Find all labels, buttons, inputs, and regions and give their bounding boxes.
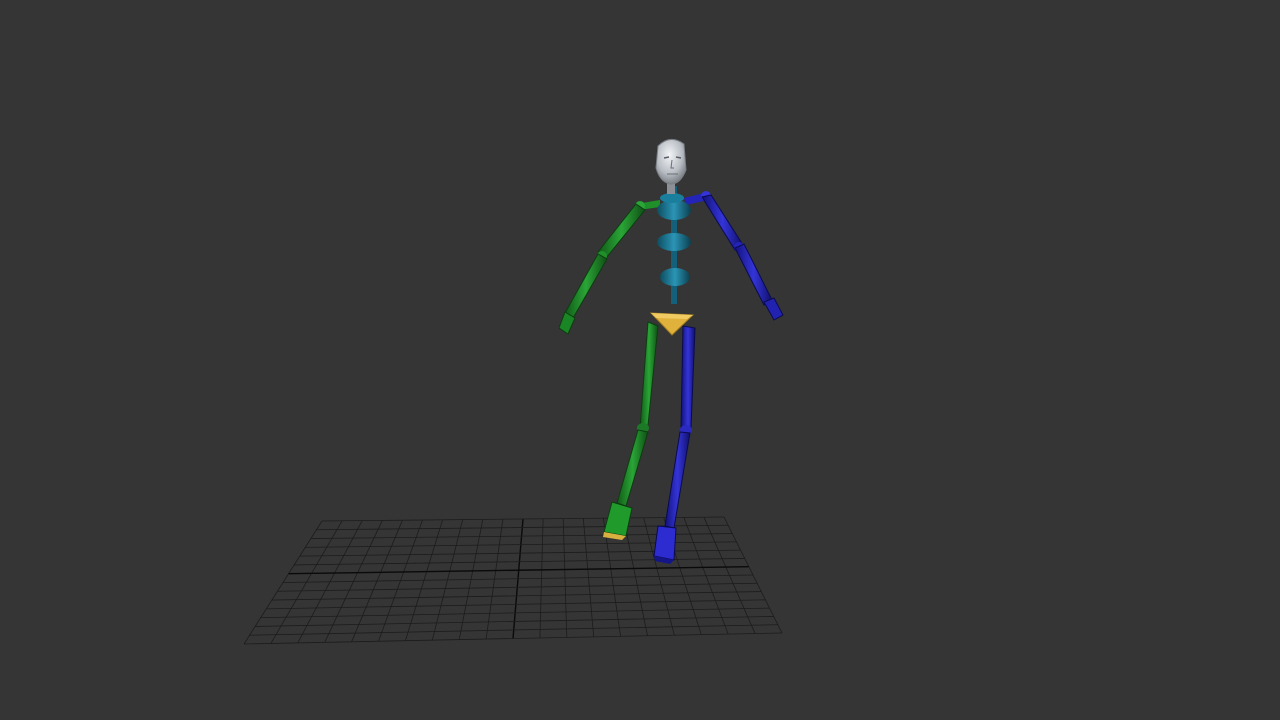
head-mesh[interactable] (655, 139, 687, 185)
neck-base (660, 193, 684, 203)
spine-segment-lower[interactable] (660, 268, 690, 286)
right-foot[interactable] (653, 525, 677, 561)
right-hand[interactable] (763, 297, 784, 321)
viewport-canvas (243, 139, 784, 645)
spine[interactable] (657, 186, 691, 304)
right-forearm[interactable] (734, 243, 773, 306)
left-leg[interactable] (603, 321, 659, 540)
right-eye (675, 156, 682, 159)
right-thigh[interactable] (680, 325, 696, 429)
spine-segment-middle[interactable] (657, 233, 691, 251)
left-upper-arm[interactable] (597, 203, 646, 259)
right-upper-arm[interactable] (701, 194, 744, 251)
left-eye (663, 156, 670, 159)
head[interactable] (655, 139, 687, 185)
spine-segment-upper[interactable] (657, 200, 691, 220)
left-foot[interactable] (603, 501, 633, 537)
left-shin[interactable] (616, 429, 649, 507)
biped-skeleton[interactable] (558, 139, 784, 564)
ground-grid (243, 516, 783, 645)
right-shin[interactable] (664, 431, 691, 529)
right-leg[interactable] (653, 325, 696, 564)
left-arm[interactable] (558, 200, 660, 335)
left-forearm[interactable] (564, 253, 608, 319)
right-arm[interactable] (684, 191, 784, 321)
3d-viewport[interactable] (0, 0, 1280, 720)
left-thigh[interactable] (639, 321, 659, 429)
